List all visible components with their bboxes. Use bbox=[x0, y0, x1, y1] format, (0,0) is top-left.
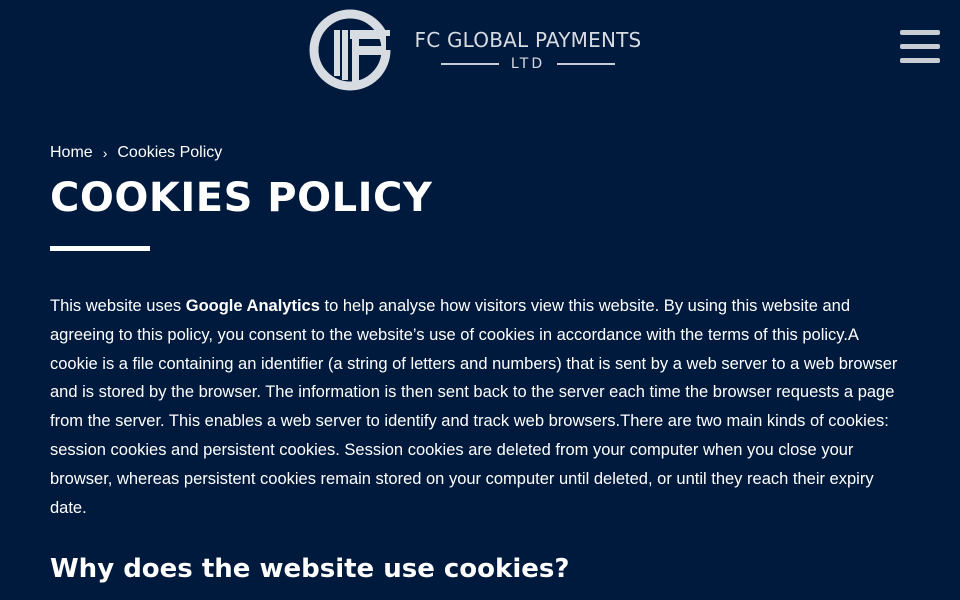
hamburger-menu-icon[interactable] bbox=[898, 30, 940, 66]
title-underline bbox=[50, 246, 150, 251]
page: FC GLOBAL PAYMENTS LTD Home › Cookies Po… bbox=[0, 0, 960, 600]
site-header: FC GLOBAL PAYMENTS LTD bbox=[0, 0, 960, 100]
policy-paragraph: This website uses Google Analytics to he… bbox=[50, 292, 910, 522]
menu-bar-bottom bbox=[900, 58, 940, 63]
logo-rule-right bbox=[557, 63, 616, 65]
menu-bar-middle bbox=[900, 44, 940, 49]
fc-monogram-logo-icon bbox=[309, 9, 392, 91]
logo-rule-left bbox=[440, 63, 499, 65]
logo-text: FC GLOBAL PAYMENTS LTD bbox=[406, 28, 650, 72]
breadcrumb-home-link[interactable]: Home bbox=[50, 140, 93, 166]
logo-name: FC GLOBAL PAYMENTS bbox=[414, 28, 642, 52]
breadcrumb: Home › Cookies Policy bbox=[50, 140, 920, 166]
paragraph-text-rest: to help analyse how visitors view this w… bbox=[50, 297, 898, 517]
main-content: Home › Cookies Policy COOKIES POLICY Thi… bbox=[50, 140, 920, 586]
logo-ltd: LTD bbox=[510, 56, 546, 72]
page-title: COOKIES POLICY bbox=[50, 175, 433, 221]
paragraph-text-start: This website uses bbox=[50, 297, 186, 315]
breadcrumb-current: Cookies Policy bbox=[117, 144, 223, 161]
logo-subline: LTD bbox=[440, 56, 616, 72]
breadcrumb-separator-icon: › bbox=[102, 145, 108, 161]
site-logo[interactable]: FC GLOBAL PAYMENTS LTD bbox=[308, 8, 658, 92]
google-analytics-text: Google Analytics bbox=[185, 297, 320, 315]
section-heading: Why does the website use cookies? bbox=[50, 554, 570, 585]
menu-bar-top bbox=[900, 30, 940, 35]
